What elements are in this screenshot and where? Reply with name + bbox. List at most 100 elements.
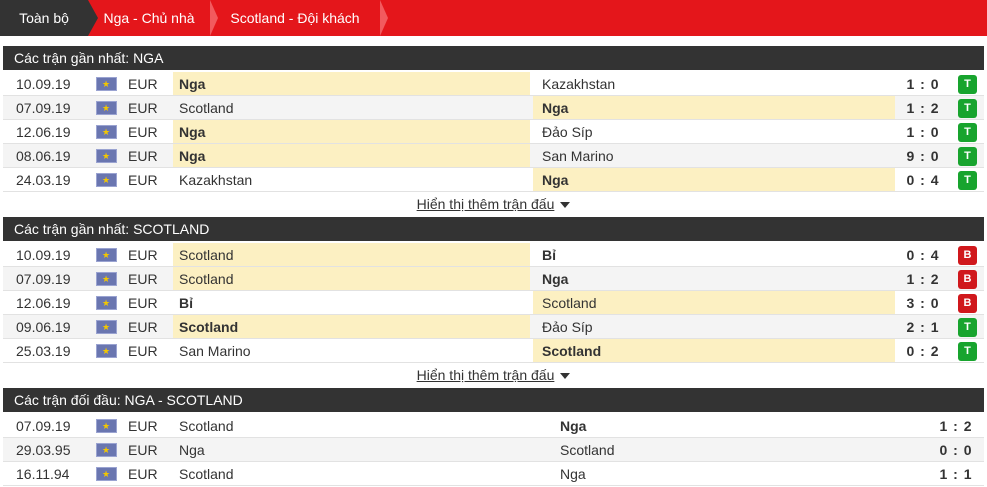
tab-russia-home[interactable]: Nga - Chủ nhà (88, 0, 210, 36)
match-row[interactable]: 12.06.19 ★ EUR Nga Đảo Síp 1 : 0 T (3, 120, 984, 144)
home-team[interactable]: Scotland (173, 96, 530, 119)
match-date: 29.03.95 (16, 442, 71, 458)
match-score[interactable]: 1 : 0 (896, 72, 950, 95)
match-row[interactable]: 08.06.19 ★ EUR Nga San Marino 9 : 0 T (3, 144, 984, 168)
euro-flag-icon: ★ (96, 125, 117, 139)
home-team[interactable]: Scotland (173, 243, 530, 266)
match-row[interactable]: 16.11.94 ★ EUR Scotland Nga 1 : 1 (3, 462, 984, 486)
match-row[interactable]: 12.06.19 ★ EUR Bỉ Scotland 3 : 0 B (3, 291, 984, 315)
tab-divider (210, 0, 218, 36)
match-score[interactable]: 1 : 2 (929, 414, 983, 437)
away-team[interactable]: Nga (533, 96, 895, 119)
competition-label[interactable]: EUR (128, 291, 176, 314)
result-badge: T (958, 171, 977, 190)
away-team[interactable]: Scotland (533, 339, 895, 362)
home-team[interactable]: Nga (173, 120, 530, 143)
home-team[interactable]: Nga (173, 144, 530, 167)
home-team[interactable]: Scotland (173, 315, 530, 338)
competition-label[interactable]: EUR (128, 96, 176, 119)
away-team[interactable]: San Marino (533, 144, 895, 167)
euro-flag-icon: ★ (96, 419, 117, 433)
competition-label[interactable]: EUR (128, 144, 176, 167)
match-row[interactable]: 29.03.95 ★ EUR Nga Scotland 0 : 0 (3, 438, 984, 462)
competition-label[interactable]: EUR (128, 438, 176, 461)
match-date: 09.06.19 (16, 319, 71, 335)
match-row[interactable]: 10.09.19 ★ EUR Nga Kazakhstan 1 : 0 T (3, 72, 984, 96)
away-team[interactable]: Nga (546, 414, 938, 437)
euro-flag-icon: ★ (96, 248, 117, 262)
result-badge: T (958, 318, 977, 337)
match-date: 07.09.19 (16, 418, 71, 434)
match-score[interactable]: 9 : 0 (896, 144, 950, 167)
match-row[interactable]: 25.03.19 ★ EUR San Marino Scotland 0 : 2 T (3, 339, 984, 363)
match-score[interactable]: 0 : 4 (896, 168, 950, 191)
competition-label[interactable]: EUR (128, 72, 176, 95)
match-row[interactable]: 09.06.19 ★ EUR Scotland Đảo Síp 2 : 1 T (3, 315, 984, 339)
away-team[interactable]: Kazakhstan (533, 72, 895, 95)
match-row[interactable]: 24.03.19 ★ EUR Kazakhstan Nga 0 : 4 T (3, 168, 984, 192)
match-date: 12.06.19 (16, 124, 71, 140)
match-score[interactable]: 1 : 0 (896, 120, 950, 143)
match-score[interactable]: 0 : 2 (896, 339, 950, 362)
euro-flag-icon: ★ (96, 272, 117, 286)
euro-flag-icon: ★ (96, 101, 117, 115)
tab-divider (380, 0, 388, 36)
home-team[interactable]: Scotland (173, 267, 530, 290)
match-date: 16.11.94 (16, 466, 70, 482)
match-score[interactable]: 1 : 2 (896, 96, 950, 119)
away-team[interactable]: Nga (533, 267, 895, 290)
euro-flag-icon: ★ (96, 320, 117, 334)
competition-label[interactable]: EUR (128, 267, 176, 290)
match-row[interactable]: 07.09.19 ★ EUR Scotland Nga 1 : 2 B (3, 267, 984, 291)
match-score[interactable]: 1 : 2 (896, 267, 950, 290)
away-team[interactable]: Scotland (533, 291, 895, 314)
result-badge: T (958, 123, 977, 142)
result-badge: T (958, 99, 977, 118)
result-badge: B (958, 270, 977, 289)
competition-label[interactable]: EUR (128, 339, 176, 362)
away-team[interactable]: Đảo Síp (533, 315, 895, 338)
result-badge: T (958, 342, 977, 361)
match-score[interactable]: 2 : 1 (896, 315, 950, 338)
euro-flag-icon: ★ (96, 467, 117, 481)
competition-label[interactable]: EUR (128, 243, 176, 266)
match-score[interactable]: 1 : 1 (929, 462, 983, 485)
caret-down-icon[interactable] (560, 373, 571, 380)
result-badge: T (958, 75, 977, 94)
competition-label[interactable]: EUR (128, 462, 176, 485)
home-team[interactable]: Nga (173, 438, 543, 461)
away-team[interactable]: Bỉ (533, 243, 895, 266)
away-team[interactable]: Scotland (546, 438, 938, 461)
away-team[interactable]: Nga (533, 168, 895, 191)
euro-flag-icon: ★ (96, 296, 117, 310)
home-team[interactable]: Scotland (173, 462, 543, 485)
away-team[interactable]: Nga (546, 462, 938, 485)
home-team[interactable]: Nga (173, 72, 530, 95)
match-date: 10.09.19 (16, 76, 71, 92)
match-score[interactable]: 0 : 4 (896, 243, 950, 266)
tab-scotland-away[interactable]: Scotland - Đội khách (210, 0, 380, 36)
show-more-link[interactable]: Hiển thị thêm trận đấu (417, 367, 555, 383)
match-score[interactable]: 3 : 0 (896, 291, 950, 314)
caret-down-icon[interactable] (560, 202, 571, 209)
match-row[interactable]: 10.09.19 ★ EUR Scotland Bỉ 0 : 4 B (3, 243, 984, 267)
away-team[interactable]: Đảo Síp (533, 120, 895, 143)
home-team[interactable]: Scotland (173, 414, 543, 437)
competition-label[interactable]: EUR (128, 168, 176, 191)
show-more-russia: Hiển thị thêm trận đấu (3, 192, 984, 216)
match-date: 07.09.19 (16, 271, 71, 287)
show-more-link[interactable]: Hiển thị thêm trận đấu (417, 196, 555, 212)
tab-all[interactable]: Toàn bộ (0, 0, 88, 36)
home-team[interactable]: Kazakhstan (173, 168, 530, 191)
competition-label[interactable]: EUR (128, 120, 176, 143)
match-date: 25.03.19 (16, 343, 71, 359)
home-team[interactable]: Bỉ (173, 291, 530, 314)
home-team[interactable]: San Marino (173, 339, 530, 362)
competition-label[interactable]: EUR (128, 315, 176, 338)
match-row[interactable]: 07.09.19 ★ EUR Scotland Nga 1 : 2 T (3, 96, 984, 120)
competition-label[interactable]: EUR (128, 414, 176, 437)
match-score[interactable]: 0 : 0 (929, 438, 983, 461)
match-date: 10.09.19 (16, 247, 71, 263)
euro-flag-icon: ★ (96, 77, 117, 91)
match-row[interactable]: 07.09.19 ★ EUR Scotland Nga 1 : 2 (3, 414, 984, 438)
